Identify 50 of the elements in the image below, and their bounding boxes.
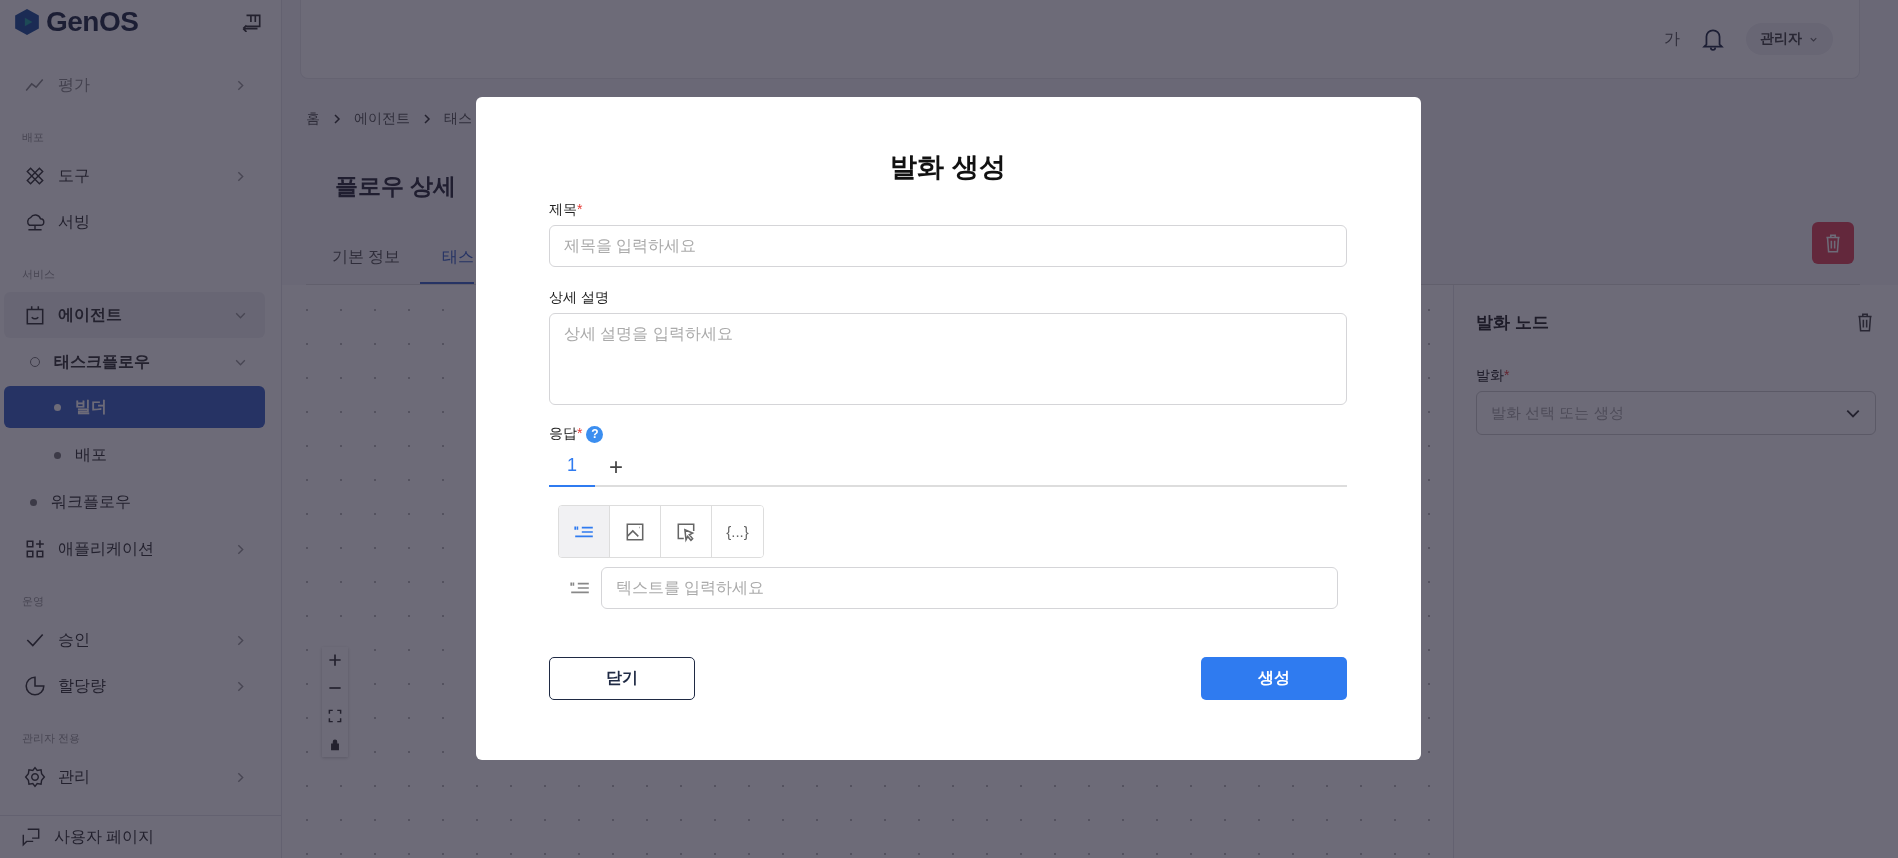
breadcrumb-link[interactable]: 태스 bbox=[444, 110, 472, 128]
nav-item[interactable]: 도구 bbox=[4, 153, 265, 199]
breadcrumb-link[interactable]: 에이전트 bbox=[354, 110, 410, 128]
chevron-right-icon bbox=[332, 113, 342, 125]
zoom-in-icon[interactable] bbox=[326, 651, 344, 669]
user-page-link[interactable]: 사용자 페이지 bbox=[0, 815, 281, 858]
response-tab[interactable]: 1 bbox=[549, 455, 595, 487]
close-button[interactable]: 닫기 bbox=[549, 657, 695, 700]
settings-icon bbox=[24, 766, 46, 788]
text-button[interactable] bbox=[559, 506, 610, 557]
nav-item[interactable]: 할당량 bbox=[4, 663, 265, 709]
create-button[interactable]: 생성 bbox=[1201, 657, 1347, 700]
nav-item[interactable]: 서빙 bbox=[4, 199, 265, 245]
field-label: 제목* bbox=[549, 201, 583, 219]
logo-text: GenOS bbox=[46, 6, 139, 38]
bell-icon[interactable] bbox=[1702, 27, 1724, 51]
nav-item[interactable]: 태스크플로우 bbox=[4, 338, 265, 386]
nav-item[interactable]: 에이전트 bbox=[4, 292, 265, 338]
description-input[interactable]: 상세 설명을 입력하세요 bbox=[549, 313, 1347, 405]
field-label: 발화* bbox=[1476, 367, 1510, 383]
nav-item[interactable]: 배포 bbox=[4, 432, 265, 478]
nav-item[interactable]: 애플리케이션 bbox=[4, 526, 265, 572]
nav-item[interactable]: 관리 bbox=[4, 754, 265, 800]
title-input[interactable]: 제목을 입력하세요 bbox=[549, 225, 1347, 267]
chevron-right-icon bbox=[422, 113, 432, 125]
grid-plus-icon bbox=[24, 538, 46, 560]
logo-icon bbox=[14, 8, 40, 36]
collapse-icon[interactable] bbox=[241, 12, 263, 32]
tools-icon bbox=[24, 165, 46, 187]
nav-item[interactable]: 승인 bbox=[4, 617, 265, 663]
add-tab-button[interactable]: + bbox=[595, 455, 637, 485]
robot-icon bbox=[24, 304, 46, 326]
text-input[interactable]: 텍스트를 입력하세요 bbox=[601, 567, 1338, 609]
delete-button[interactable] bbox=[1812, 222, 1854, 264]
chat-icon bbox=[20, 826, 42, 848]
user-menu-button[interactable]: 관리자 bbox=[1746, 23, 1833, 55]
font-size-button[interactable]: 가 bbox=[1664, 28, 1680, 50]
dialog-title: 발화 생성 bbox=[889, 151, 1007, 184]
tab[interactable]: 기본 정보 bbox=[312, 247, 421, 284]
fit-view-icon[interactable] bbox=[326, 707, 344, 725]
nav-item[interactable]: 워크플로우 bbox=[4, 478, 265, 526]
breadcrumb-link[interactable]: 홈 bbox=[306, 110, 320, 128]
panel-title: 발화 노드 bbox=[1476, 311, 1549, 334]
page-title: 플로우 상세 bbox=[335, 172, 457, 201]
pie-chart-icon bbox=[24, 675, 46, 697]
field-label: 응답* bbox=[549, 425, 583, 443]
help-icon[interactable]: ? bbox=[586, 425, 604, 443]
cloud-icon bbox=[24, 211, 46, 233]
nav-item[interactable]: 빌더 bbox=[4, 386, 265, 428]
field-label: 상세 설명 bbox=[549, 289, 609, 307]
